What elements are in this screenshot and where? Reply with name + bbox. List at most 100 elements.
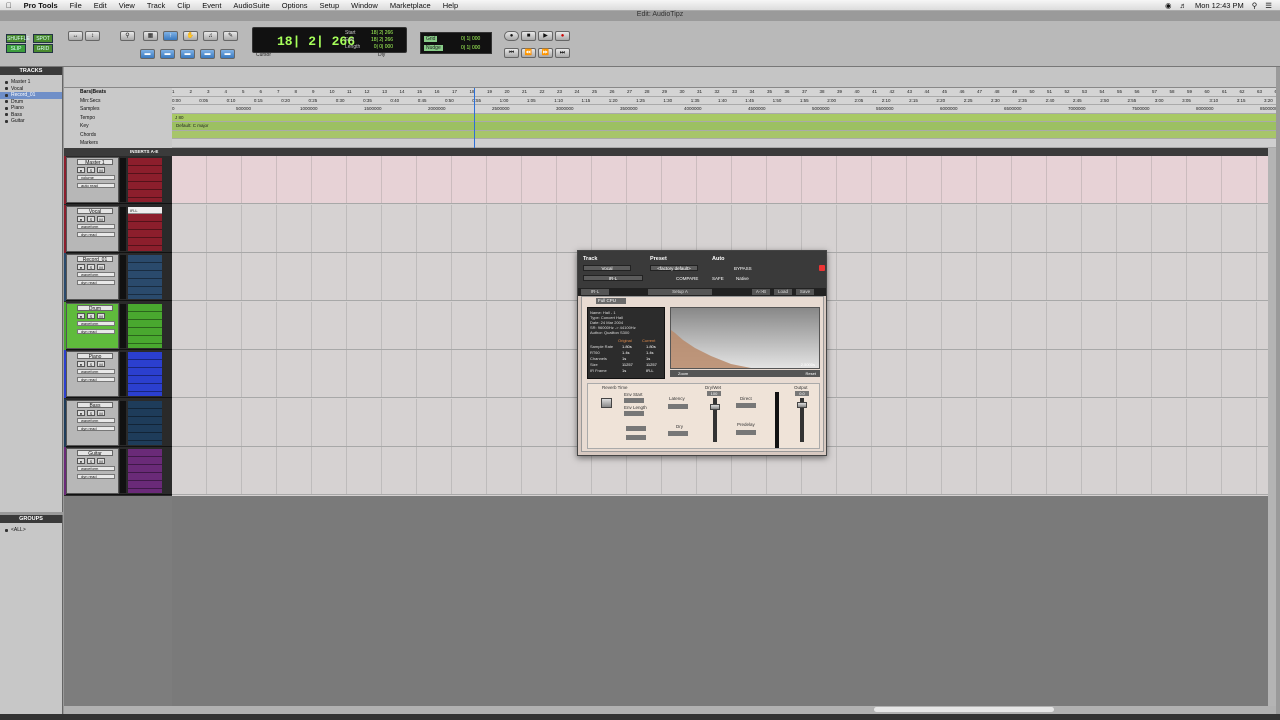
insert-slot[interactable] bbox=[128, 222, 162, 230]
automation-mode-select[interactable]: dyn read bbox=[77, 377, 115, 382]
menu-window[interactable]: Window bbox=[345, 1, 384, 10]
trim-tool-icon[interactable]: ▦ bbox=[143, 31, 158, 41]
impulse-response-graph[interactable]: 2.5000s bbox=[670, 307, 820, 369]
dry-wet-fader-cap[interactable] bbox=[710, 404, 720, 410]
insert-slot[interactable] bbox=[128, 271, 162, 279]
stop-icon[interactable]: ■ bbox=[521, 31, 536, 41]
menu-view[interactable]: View bbox=[113, 1, 141, 10]
insert-slot[interactable] bbox=[128, 174, 162, 182]
horizontal-scroll-thumb[interactable] bbox=[874, 707, 1054, 712]
groups-panel-title[interactable]: GROUPS bbox=[0, 515, 62, 523]
insert-slot[interactable] bbox=[128, 287, 162, 295]
mute-icon[interactable]: M bbox=[97, 361, 105, 367]
ab-button[interactable]: A->B bbox=[752, 289, 770, 295]
record-enable-icon[interactable]: ● bbox=[77, 409, 85, 416]
track-name[interactable]: Master 1 bbox=[77, 159, 113, 166]
zoom-in-icon[interactable]: ↕ bbox=[85, 31, 100, 41]
apple-icon[interactable]:  bbox=[0, 1, 18, 10]
cpu-select[interactable]: Full CPU bbox=[596, 298, 626, 304]
compare-button[interactable]: COMPARE bbox=[676, 276, 698, 281]
track-visible-icon[interactable] bbox=[5, 100, 8, 104]
insert-slot[interactable] bbox=[128, 376, 162, 384]
tracks-list-item[interactable]: Guitar bbox=[0, 118, 62, 125]
record-enable-icon[interactable]: ● bbox=[77, 312, 85, 319]
reverb-time-field[interactable] bbox=[626, 426, 646, 431]
insert-slot[interactable] bbox=[128, 320, 162, 328]
insert-slot[interactable] bbox=[128, 401, 162, 409]
solo-icon[interactable]: S bbox=[87, 264, 95, 270]
plugin-insert-select[interactable]: IR-L bbox=[583, 275, 643, 281]
track-view-select[interactable]: waveform bbox=[77, 466, 115, 471]
track-view-select[interactable]: volume bbox=[77, 175, 115, 180]
tempo-value[interactable]: J 80 bbox=[175, 115, 184, 120]
menu-file[interactable]: File bbox=[64, 1, 88, 10]
track-visible-icon[interactable] bbox=[5, 87, 8, 91]
solo-icon[interactable]: S bbox=[87, 312, 95, 319]
track-visible-icon[interactable] bbox=[5, 106, 8, 110]
insert-slot[interactable] bbox=[128, 352, 162, 360]
link-button[interactable]: ▬ bbox=[200, 49, 215, 59]
reset-button[interactable]: Reset bbox=[806, 371, 816, 376]
track-view-select[interactable]: waveform bbox=[77, 223, 115, 229]
grabber-tool-icon[interactable]: ✋ bbox=[183, 31, 198, 41]
play-icon[interactable]: ▶ bbox=[538, 31, 553, 41]
tab-to-transient-button[interactable]: ▬ bbox=[220, 49, 235, 59]
menu-app[interactable]: Pro Tools bbox=[18, 1, 64, 10]
nudge-label[interactable]: Nudge bbox=[424, 45, 443, 51]
insert-slot[interactable] bbox=[128, 328, 162, 336]
zoom-label[interactable]: Zoom bbox=[678, 371, 688, 376]
grid-value[interactable]: 0| 1| 000 bbox=[461, 36, 480, 42]
horizontal-scrollbar[interactable] bbox=[64, 706, 1276, 714]
insert-slot[interactable] bbox=[128, 182, 162, 190]
insert-slot[interactable] bbox=[128, 360, 162, 368]
waveform-button[interactable]: ▬ bbox=[180, 49, 195, 59]
go-to-end-icon[interactable]: ⏭ bbox=[555, 48, 570, 58]
zoomer-tool-icon[interactable]: ⚲ bbox=[120, 31, 135, 41]
grid-mode-button[interactable]: GRID bbox=[33, 44, 53, 53]
output-value[interactable]: 0.0 bbox=[795, 391, 809, 396]
save-button[interactable]: Save bbox=[796, 289, 814, 295]
main-counter[interactable]: 18| 2| 266 Start End Length 18| 2| 266 1… bbox=[252, 27, 407, 53]
insert-slot[interactable] bbox=[128, 214, 162, 222]
insert-slot[interactable] bbox=[128, 190, 162, 198]
record-enable-icon[interactable]: ● bbox=[77, 215, 85, 222]
insert-slot[interactable] bbox=[128, 481, 162, 489]
record-icon[interactable]: ● bbox=[555, 31, 570, 41]
reverb-plugin-window[interactable]: Track Preset Auto Vocal IR-L <factory de… bbox=[577, 250, 827, 456]
samples-ruler[interactable]: 0 500000 1000000 1500000 2000000 2500000 30000… bbox=[172, 105, 1276, 114]
grid-label[interactable]: Grid bbox=[424, 36, 438, 42]
track-view-select[interactable]: waveform bbox=[77, 320, 115, 326]
clock[interactable]: Mon 12:43 PM bbox=[1195, 1, 1244, 10]
env-length-field[interactable] bbox=[624, 411, 644, 416]
length-value[interactable]: 0| 0| 000 bbox=[371, 44, 393, 51]
menu-edit[interactable]: Edit bbox=[88, 1, 113, 10]
ruler-label-minsecs[interactable]: Min:Secs bbox=[80, 98, 101, 104]
solo-icon[interactable]: S bbox=[87, 409, 95, 416]
insert-slot[interactable] bbox=[128, 255, 162, 263]
volume-icon[interactable]: ♬ bbox=[1179, 1, 1187, 10]
track-lane[interactable] bbox=[172, 204, 1276, 253]
group-item[interactable]: <ALL> bbox=[0, 527, 62, 534]
tracks-panel-title[interactable]: TRACKS bbox=[0, 67, 62, 75]
insert-slot[interactable] bbox=[128, 336, 162, 344]
menu-clip[interactable]: Clip bbox=[171, 1, 196, 10]
key-ruler[interactable]: Default: C major bbox=[172, 122, 1276, 131]
solo-icon[interactable]: S bbox=[87, 361, 95, 367]
fast-forward-icon[interactable]: ⏩ bbox=[538, 48, 553, 58]
online-icon[interactable]: ● bbox=[504, 31, 519, 41]
insert-slot[interactable] bbox=[128, 238, 162, 246]
track-visible-icon[interactable] bbox=[5, 93, 8, 97]
automation-mode-select[interactable]: dyn read bbox=[77, 425, 115, 431]
insert-slot[interactable] bbox=[128, 473, 162, 481]
menu-help[interactable]: Help bbox=[437, 1, 464, 10]
ruler-label-key[interactable]: Key bbox=[80, 123, 89, 129]
start-value[interactable]: 18| 2| 266 bbox=[371, 30, 393, 37]
track-name[interactable]: Drum bbox=[77, 304, 113, 312]
rewind-icon[interactable]: ⏪ bbox=[521, 48, 536, 58]
track-header[interactable]: Vocal ● S Mwaveform dyn read IR-L bbox=[64, 204, 172, 253]
automation-mode-select[interactable]: dyn read bbox=[77, 231, 115, 237]
rewind-to-start-icon[interactable]: ⏮ bbox=[504, 48, 519, 58]
insert-slot[interactable] bbox=[128, 384, 162, 392]
list-icon[interactable]: ☰ bbox=[1265, 1, 1272, 10]
insert-slot[interactable] bbox=[128, 279, 162, 287]
